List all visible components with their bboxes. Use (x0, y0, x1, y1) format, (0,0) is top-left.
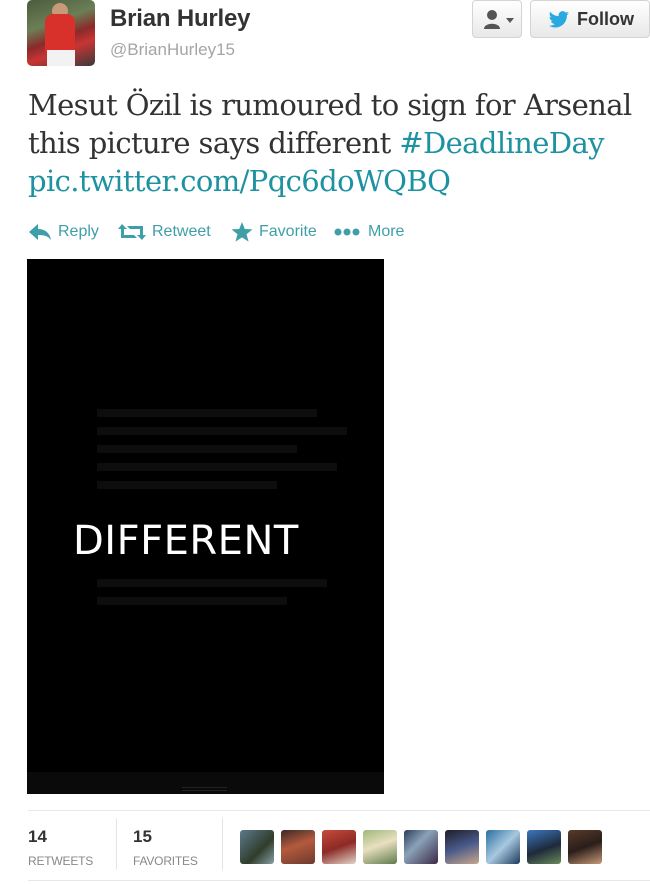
more-action[interactable]: More (334, 220, 404, 244)
favoriter-avatar[interactable] (363, 830, 397, 864)
favoriter-avatar[interactable] (240, 830, 274, 864)
retweets-label: RETWEETS (28, 854, 94, 868)
favoriter-avatar[interactable] (527, 830, 561, 864)
retweet-action[interactable]: Retweet (118, 220, 211, 244)
chevron-down-icon (506, 18, 514, 23)
user-avatar[interactable] (27, 0, 95, 66)
faint-text-line (97, 463, 337, 471)
stat-separator (116, 818, 117, 870)
media-caption-text: DIFFERENT (73, 518, 299, 564)
favorites-count: 15 (133, 827, 152, 846)
retweet-label: Retweet (152, 223, 211, 240)
avatar-shorts (47, 50, 75, 66)
faint-text-line (97, 481, 277, 489)
retweets-stat[interactable]: 14 RETWEETS (28, 827, 93, 868)
more-label: More (368, 223, 405, 240)
favoriter-avatar[interactable] (322, 830, 356, 864)
tweet-line-2-text: this picture says different (28, 126, 400, 160)
more-dots-icon (334, 228, 360, 236)
reply-label: Reply (58, 223, 99, 240)
tweet-text: Mesut Özil is rumoured to sign for Arsen… (28, 86, 638, 200)
grip-icon (182, 787, 227, 788)
tweet-media-image[interactable]: DIFFERENT (27, 259, 384, 794)
favorite-action[interactable]: Favorite (231, 220, 317, 244)
stats-top-divider (28, 810, 650, 811)
favorites-label: FAVORITES (133, 854, 198, 868)
media-bottom-bar (27, 772, 384, 794)
favoriter-avatar[interactable] (486, 830, 520, 864)
favoriter-avatar[interactable] (281, 830, 315, 864)
tweet-line-1: Mesut Özil is rumoured to sign for Arsen… (28, 88, 632, 122)
twitter-bird-icon (548, 11, 569, 28)
favoriter-avatar[interactable] (445, 830, 479, 864)
star-icon (231, 222, 253, 242)
reply-arrow-icon (29, 224, 51, 240)
retweets-count: 14 (28, 827, 47, 846)
follow-label: Follow (577, 9, 634, 29)
hashtag-link[interactable]: #DeadlineDay (399, 126, 604, 160)
stats-bottom-divider (28, 880, 650, 881)
avatar-jersey (45, 14, 75, 54)
favoriter-avatar[interactable] (568, 830, 602, 864)
faint-text-line (97, 427, 347, 435)
faint-text-line (97, 597, 287, 605)
screen-name[interactable]: @BrianHurley15 (110, 40, 235, 60)
tweet-line-2: this picture says different #DeadlineDay (28, 124, 638, 162)
favoriter-avatar[interactable] (404, 830, 438, 864)
pic-link[interactable]: pic.twitter.com/Pqc6doWQBQ (28, 162, 638, 200)
faint-text-line (97, 579, 327, 587)
person-icon (484, 10, 500, 29)
faint-text-line (97, 445, 297, 453)
stat-separator (222, 818, 223, 870)
favorites-stat[interactable]: 15 FAVORITES (133, 827, 198, 868)
user-actions-dropdown[interactable] (472, 0, 522, 38)
follow-button[interactable]: Follow (530, 0, 650, 38)
retweet-icon (118, 224, 146, 240)
faint-text-line (97, 409, 317, 417)
display-name[interactable]: Brian Hurley (110, 5, 251, 33)
favorite-label: Favorite (259, 223, 317, 240)
reply-action[interactable]: Reply (28, 220, 99, 244)
